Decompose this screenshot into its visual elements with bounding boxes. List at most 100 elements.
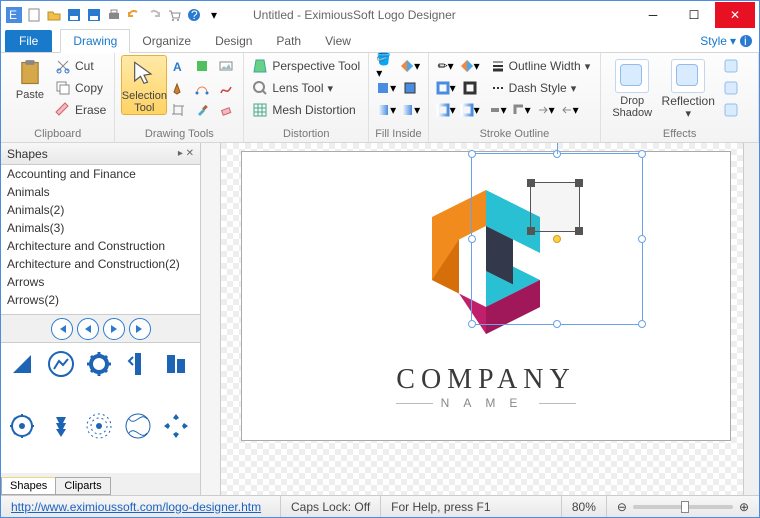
perspective-tool-button[interactable]: Perspective Tool — [250, 55, 362, 77]
stroke-grad-icon[interactable]: ▾ — [435, 99, 457, 121]
outline-width-button[interactable]: Outline Width▾ — [487, 55, 595, 77]
tab-path[interactable]: Path — [264, 30, 313, 52]
prev-icon[interactable] — [77, 318, 99, 340]
fill-gradient-icon[interactable]: ▾ — [375, 99, 397, 121]
tab-drawing[interactable]: Drawing — [60, 29, 130, 53]
shadow-preset-2[interactable] — [719, 78, 747, 98]
cut-button[interactable]: Cut — [53, 55, 108, 77]
cap-flat-icon[interactable]: ▾ — [487, 99, 509, 121]
shape-thumb[interactable] — [82, 409, 116, 443]
lens-tool-button[interactable]: Lens Tool▾ — [250, 77, 362, 99]
freehand-tool-icon[interactable] — [215, 77, 237, 99]
cart-icon[interactable] — [165, 6, 183, 24]
first-icon[interactable] — [51, 318, 73, 340]
zoom-control[interactable]: ⊖ ⊕ — [607, 496, 759, 517]
fill-linear-icon[interactable]: ▾ — [399, 99, 421, 121]
undo-icon[interactable] — [125, 6, 143, 24]
shape-category-item[interactable]: Animals(3) — [1, 219, 200, 237]
shadow-preset-1[interactable] — [719, 56, 747, 76]
selection-tool-button[interactable]: Selection Tool — [121, 55, 167, 115]
qat-dropdown-icon[interactable]: ▾ — [205, 6, 223, 24]
fill-solid-icon[interactable]: ▾ — [375, 77, 397, 99]
shape-category-item[interactable]: Arrows(2) — [1, 291, 200, 309]
join-miter-icon[interactable]: ▾ — [511, 99, 533, 121]
print-icon[interactable] — [105, 6, 123, 24]
crop-tool-icon[interactable] — [167, 99, 189, 121]
open-icon[interactable] — [45, 6, 63, 24]
vertical-scrollbar[interactable] — [743, 143, 759, 495]
erase-button[interactable]: Erase — [53, 99, 108, 121]
file-tab[interactable]: File — [5, 30, 52, 52]
shape-category-item[interactable]: Animals — [1, 183, 200, 201]
zoom-in-icon[interactable]: ⊕ — [739, 500, 749, 514]
stroke-pen-icon[interactable]: ✏▾ — [435, 55, 457, 77]
arrow-start-icon[interactable]: ▾ — [535, 99, 557, 121]
tab-view[interactable]: View — [313, 30, 363, 52]
shape-category-item[interactable]: Architecture and Construction(2) — [1, 255, 200, 273]
tab-design[interactable]: Design — [203, 30, 264, 52]
last-icon[interactable] — [129, 318, 151, 340]
canvas[interactable]: COMPANY NAME — [221, 143, 759, 495]
dash-style-button[interactable]: Dash Style▾ — [487, 77, 595, 99]
zoom-slider[interactable] — [633, 505, 733, 509]
shape-thumb[interactable] — [159, 347, 193, 381]
shape-thumb[interactable] — [5, 409, 39, 443]
redo-icon[interactable] — [145, 6, 163, 24]
shape-thumb[interactable] — [121, 409, 155, 443]
shape-tool-icon[interactable] — [191, 55, 213, 77]
group-label-effects: Effects — [607, 126, 752, 142]
paste-button[interactable]: Paste — [7, 55, 53, 101]
panel-tab-cliparts[interactable]: Cliparts — [55, 477, 110, 495]
copy-button[interactable]: Copy — [53, 77, 108, 99]
eraser-tool-icon[interactable] — [215, 99, 237, 121]
zoom-out-icon[interactable]: ⊖ — [617, 500, 627, 514]
stroke-swatch-icon[interactable] — [459, 77, 481, 99]
panel-tab-shapes[interactable]: Shapes — [1, 477, 56, 495]
shadow-preset-3[interactable] — [719, 100, 747, 120]
pin-icon[interactable]: ▸ ✕ — [178, 148, 194, 159]
inner-selection[interactable] — [530, 182, 580, 232]
close-button[interactable]: ✕ — [715, 2, 755, 28]
shape-category-item[interactable]: Accounting and Finance — [1, 165, 200, 183]
shape-thumb[interactable] — [44, 409, 78, 443]
shape-thumb[interactable] — [44, 347, 78, 381]
new-icon[interactable] — [25, 6, 43, 24]
fill-swatch-icon[interactable] — [399, 77, 421, 99]
shape-category-item[interactable]: Arrows — [1, 273, 200, 291]
shape-category-item[interactable]: Architecture and Construction — [1, 237, 200, 255]
stroke-solid-icon[interactable]: ▾ — [435, 77, 457, 99]
shape-category-item[interactable]: Animals(2) — [1, 201, 200, 219]
shape-thumb[interactable] — [121, 347, 155, 381]
shape-thumb[interactable] — [5, 347, 39, 381]
svg-text:i: i — [744, 34, 747, 48]
stroke-linear-icon[interactable]: ▾ — [459, 99, 481, 121]
mesh-distortion-button[interactable]: Mesh Distortion — [250, 99, 362, 121]
shape-thumb[interactable] — [82, 347, 116, 381]
arrow-end-icon[interactable]: ▾ — [559, 99, 581, 121]
content-area: Shapes ▸ ✕ Accounting and FinanceAnimals… — [1, 143, 759, 495]
shapes-category-list[interactable]: Accounting and FinanceAnimalsAnimals(2)A… — [1, 165, 200, 315]
save-copy-icon[interactable] — [85, 6, 103, 24]
fill-color-icon[interactable]: ▾ — [399, 55, 421, 77]
style-dropdown[interactable]: Style▾ i — [694, 30, 759, 52]
fill-bucket-icon[interactable]: 🪣▾ — [375, 55, 397, 77]
image-tool-icon[interactable] — [215, 55, 237, 77]
text-tool-icon[interactable]: A — [167, 55, 189, 77]
next-icon[interactable] — [103, 318, 125, 340]
tab-organize[interactable]: Organize — [130, 30, 203, 52]
pen-tool-icon[interactable] — [167, 77, 189, 99]
bezier-tool-icon[interactable] — [191, 77, 213, 99]
shapes-nav — [1, 315, 200, 343]
status-link[interactable]: http://www.eximioussoft.com/logo-designe… — [11, 500, 261, 514]
selection-box[interactable] — [471, 153, 643, 325]
maximize-button[interactable]: ☐ — [674, 2, 714, 28]
drop-shadow-button[interactable]: Drop Shadow — [607, 55, 657, 119]
minimize-button[interactable]: ─ — [633, 2, 673, 28]
help-icon[interactable]: ? — [185, 6, 203, 24]
save-icon[interactable] — [65, 6, 83, 24]
reflection-button[interactable]: Reflection▾ — [663, 55, 713, 120]
app-icon[interactable]: E — [5, 6, 23, 24]
shape-thumb[interactable] — [159, 409, 193, 443]
brush-tool-icon[interactable] — [191, 99, 213, 121]
stroke-color-icon[interactable]: ▾ — [459, 55, 481, 77]
